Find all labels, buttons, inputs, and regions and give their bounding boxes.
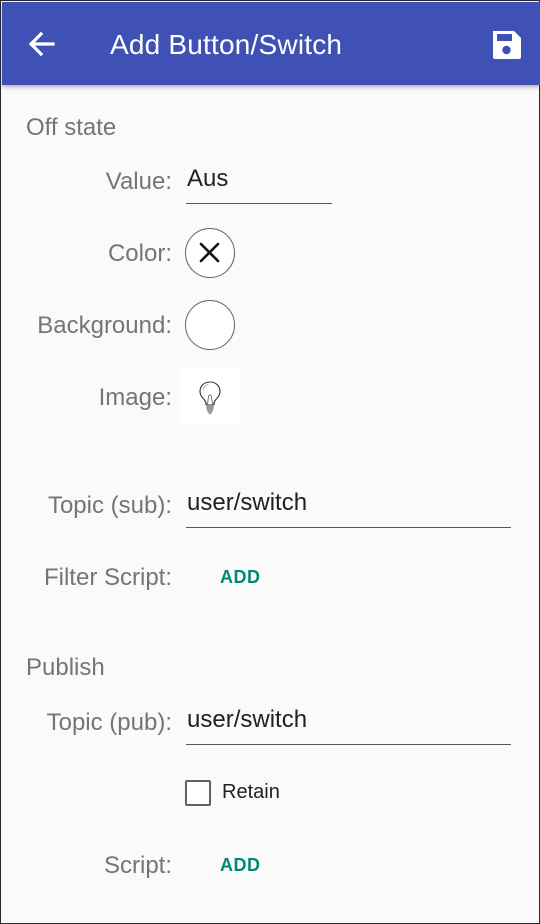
script-add-button[interactable]: ADD <box>220 855 261 876</box>
value-label: Value: <box>105 168 172 195</box>
topic-sub-field[interactable]: user/switch <box>186 489 511 528</box>
topic-pub-label: Topic (pub): <box>46 709 172 736</box>
arrow-left-icon <box>28 31 55 57</box>
topic-pub-field[interactable]: user/switch <box>186 706 511 745</box>
retain-label: Retain <box>222 781 280 803</box>
background-color-picker[interactable] <box>185 300 235 350</box>
topic-sub-label: Topic (sub): <box>47 492 172 519</box>
color-picker[interactable] <box>185 228 235 278</box>
retain-checkbox[interactable] <box>185 780 211 806</box>
background-label: Background: <box>37 312 172 339</box>
image-picker[interactable] <box>180 369 240 423</box>
app-bar: Add Button/Switch <box>2 2 540 85</box>
script-label: Script: <box>103 852 172 879</box>
color-label: Color: <box>107 240 172 267</box>
back-button[interactable] <box>22 24 62 64</box>
value-field[interactable]: Aus <box>186 165 332 204</box>
page-title: Add Button/Switch <box>110 29 343 60</box>
filter-script-label: Filter Script: <box>43 564 172 591</box>
off-state-heading: Off state <box>26 114 117 141</box>
screen: Add Button/Switch Off state Value: Aus C… <box>0 0 540 924</box>
save-button[interactable] <box>486 24 526 64</box>
image-label: Image: <box>98 384 172 411</box>
close-icon <box>199 242 220 263</box>
lightbulb-icon <box>199 381 221 414</box>
publish-heading: Publish <box>26 654 105 681</box>
filter-script-add-button[interactable]: ADD <box>220 567 261 588</box>
floppy-disk-icon <box>493 31 521 59</box>
